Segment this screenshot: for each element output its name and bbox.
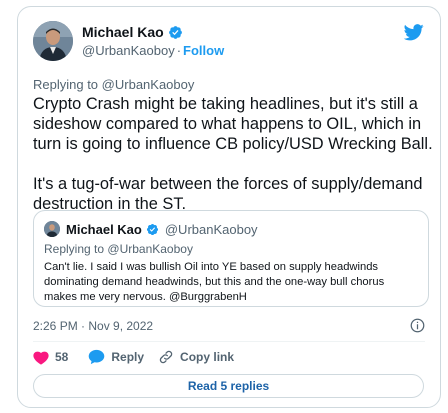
- reply-button[interactable]: Reply: [88, 349, 144, 365]
- link-icon: [159, 350, 173, 364]
- quoted-author-handle: @UrbanKaoboy: [164, 222, 258, 237]
- replying-handle-link[interactable]: @UrbanKaoboy: [102, 77, 195, 92]
- quoted-replying-handle: @UrbanKaoboy: [107, 242, 193, 256]
- tweet-card: Michael Kao @UrbanKaoboy · Follow Replying…: [17, 6, 441, 408]
- quoted-tweet[interactable]: Michael Kao @UrbanKaoboy Replying to @Ur…: [33, 210, 429, 307]
- quoted-author-name: Michael Kao: [66, 222, 142, 237]
- separator-dot: ·: [176, 43, 182, 58]
- quoted-replying-to: Replying to @UrbanKaoboy: [44, 242, 193, 256]
- author-name[interactable]: Michael Kao: [82, 24, 164, 40]
- reply-icon: [89, 349, 105, 365]
- read-replies-button[interactable]: Read 5 replies: [33, 374, 424, 398]
- author-info: Michael Kao @UrbanKaoboy · Follow: [82, 24, 224, 58]
- replying-prefix: Replying to: [33, 77, 99, 92]
- avatar[interactable]: [33, 21, 73, 61]
- author-handle[interactable]: @UrbanKaoboy: [82, 43, 175, 58]
- info-icon[interactable]: [410, 318, 425, 333]
- like-button[interactable]: 58: [33, 350, 68, 365]
- follow-button[interactable]: Follow: [183, 43, 224, 58]
- reply-label: Reply: [111, 350, 145, 364]
- twitter-bird-icon[interactable]: [403, 24, 424, 41]
- quoted-text: Can't lie. I said I was bullish Oil into…: [44, 261, 385, 303]
- divider: [33, 341, 425, 342]
- timestamp[interactable]: 2:26 PM · Nov 9, 2022: [33, 319, 153, 333]
- verified-badge-icon: [168, 25, 183, 40]
- copy-link-label: Copy link: [180, 350, 235, 364]
- heart-icon: [33, 351, 49, 365]
- quoted-avatar: [44, 221, 60, 237]
- like-count: 58: [55, 350, 69, 364]
- copy-link-button[interactable]: Copy link: [158, 349, 234, 365]
- action-bar: 58 Reply Copy link: [33, 349, 234, 365]
- replying-to: Replying to @UrbanKaoboy: [33, 77, 194, 92]
- verified-badge-icon: [146, 223, 158, 236]
- quoted-replying-prefix: Replying to: [44, 242, 105, 256]
- tweet-text: Crypto Crash might be taking headlines, …: [33, 95, 433, 213]
- quoted-author-row: Michael Kao @UrbanKaoboy: [66, 222, 258, 237]
